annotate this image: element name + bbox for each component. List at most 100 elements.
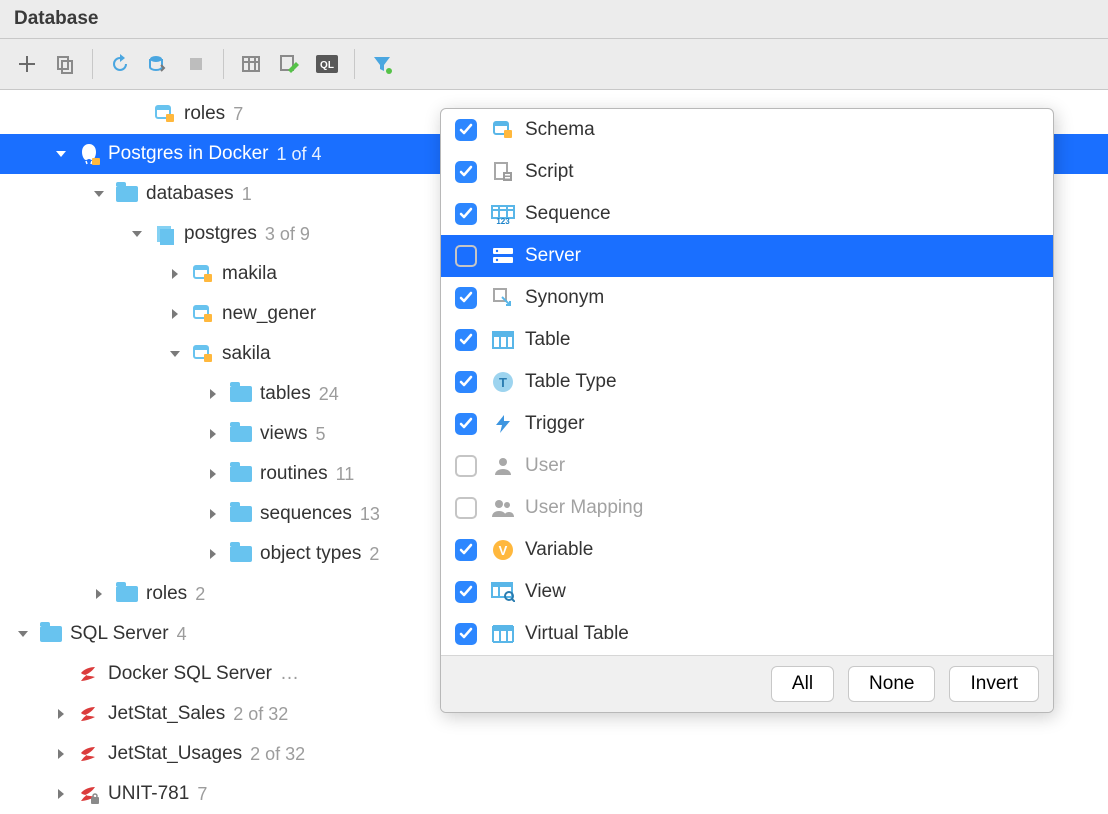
expand-arrow-icon — [52, 665, 70, 683]
filter-checkbox[interactable] — [455, 287, 477, 309]
tree-node-label: routines — [260, 463, 328, 485]
filter-item[interactable]: User — [441, 445, 1053, 487]
expand-arrow-icon — [128, 105, 146, 123]
ql-console-button[interactable]: QL — [310, 47, 344, 81]
filter-item[interactable]: User Mapping — [441, 487, 1053, 529]
filter-item[interactable]: View — [441, 571, 1053, 613]
filter-checkbox[interactable] — [455, 497, 477, 519]
synonym-icon — [489, 287, 517, 309]
filter-item[interactable]: VVariable — [441, 529, 1053, 571]
tree-node-count: 2 — [369, 544, 379, 565]
filter-item[interactable]: Trigger — [441, 403, 1053, 445]
tree-node-count: 1 — [242, 184, 252, 205]
filter-item-label: View — [525, 581, 566, 603]
folder-icon — [114, 183, 140, 205]
tree-node-label: views — [260, 423, 308, 445]
expand-arrow-icon[interactable] — [204, 385, 222, 403]
filter-item[interactable]: Schema — [441, 109, 1053, 151]
filter-item-label: Table — [525, 329, 570, 351]
table-icon — [489, 331, 517, 349]
stop-button[interactable] — [179, 47, 213, 81]
tree-node-count: 7 — [233, 104, 243, 125]
filter-item[interactable]: Script — [441, 151, 1053, 193]
postgres-icon — [76, 143, 102, 165]
svg-text:T: T — [499, 375, 507, 390]
tree-node-count: 13 — [360, 504, 380, 525]
trigger-icon — [489, 413, 517, 435]
filter-checkbox[interactable] — [455, 539, 477, 561]
expand-arrow-icon[interactable] — [90, 585, 108, 603]
expand-arrow-icon[interactable] — [204, 545, 222, 563]
filter-checkbox[interactable] — [455, 203, 477, 225]
svg-text:V: V — [499, 543, 508, 558]
tree-node-label: JetStat_Sales — [108, 703, 225, 725]
duplicate-button[interactable] — [48, 47, 82, 81]
filter-checkbox[interactable] — [455, 371, 477, 393]
filter-list: SchemaScript 123 Sequence Server Synonym Tabl… — [441, 109, 1053, 655]
expand-arrow-icon[interactable] — [204, 425, 222, 443]
expand-arrow-icon[interactable] — [52, 145, 70, 163]
filter-checkbox[interactable] — [455, 413, 477, 435]
filter-checkbox[interactable] — [455, 623, 477, 645]
filter-checkbox[interactable] — [455, 329, 477, 351]
tree-node-label: Docker SQL Server — [108, 663, 272, 685]
schema-icon — [152, 103, 178, 125]
expand-arrow-icon[interactable] — [14, 625, 32, 643]
expand-arrow-icon[interactable] — [128, 225, 146, 243]
expand-arrow-icon[interactable] — [166, 305, 184, 323]
filter-item[interactable]: Synonym — [441, 277, 1053, 319]
expand-arrow-icon[interactable] — [52, 785, 70, 803]
usermapping-icon — [489, 497, 517, 519]
filter-item[interactable]: Table — [441, 319, 1053, 361]
schema-icon — [190, 303, 216, 325]
filter-checkbox[interactable] — [455, 245, 477, 267]
expand-arrow-icon[interactable] — [204, 505, 222, 523]
add-button[interactable] — [10, 47, 44, 81]
expand-arrow-icon[interactable] — [52, 705, 70, 723]
mssql-icon — [76, 663, 102, 685]
filter-item-label: Sequence — [525, 203, 611, 225]
tree-node-count: 11 — [336, 464, 355, 485]
expand-arrow-icon[interactable] — [204, 465, 222, 483]
filter-checkbox[interactable] — [455, 161, 477, 183]
expand-arrow-icon[interactable] — [166, 265, 184, 283]
expand-arrow-icon[interactable] — [90, 185, 108, 203]
folder-icon — [228, 423, 254, 445]
tree-node-label: tables — [260, 383, 311, 405]
tree-node[interactable]: JetStat_Usages2 of 32 — [0, 734, 1108, 774]
expand-arrow-icon[interactable] — [52, 745, 70, 763]
folder-icon — [228, 463, 254, 485]
svg-text:QL: QL — [320, 60, 334, 71]
filter-item-label: Server — [525, 245, 581, 267]
filter-none-button[interactable]: None — [848, 666, 935, 702]
toolbar-separator — [223, 49, 224, 79]
filter-all-button[interactable]: All — [771, 666, 834, 702]
tree-node-count: 2 of 32 — [233, 704, 288, 725]
tree-node-label: new_gener — [222, 303, 316, 325]
svg-text:123: 123 — [496, 217, 510, 224]
filter-item-label: Table Type — [525, 371, 617, 393]
sequence-icon: 123 — [489, 204, 517, 224]
filter-item[interactable]: Server — [441, 235, 1053, 277]
toolbar-separator — [92, 49, 93, 79]
schema-icon — [190, 263, 216, 285]
tree-node-label: SQL Server — [70, 623, 169, 645]
table-button[interactable] — [234, 47, 268, 81]
filter-invert-button[interactable]: Invert — [949, 666, 1039, 702]
filter-checkbox[interactable] — [455, 581, 477, 603]
tree-node-count: 3 of 9 — [265, 224, 310, 245]
filter-item-label: User — [525, 455, 565, 477]
edit-source-button[interactable] — [272, 47, 306, 81]
tree-node-label: UNIT-781 — [108, 783, 189, 805]
filter-checkbox[interactable] — [455, 455, 477, 477]
filter-button[interactable] — [365, 47, 399, 81]
filter-item[interactable]: 123 Sequence — [441, 193, 1053, 235]
refresh-button[interactable] — [103, 47, 137, 81]
tree-node[interactable]: UNIT-7817 — [0, 774, 1108, 814]
filter-item[interactable]: T Table Type — [441, 361, 1053, 403]
datasource-props-button[interactable] — [141, 47, 175, 81]
filter-item[interactable]: Virtual Table — [441, 613, 1053, 655]
tree-node-count: 5 — [316, 424, 326, 445]
expand-arrow-icon[interactable] — [166, 345, 184, 363]
filter-checkbox[interactable] — [455, 119, 477, 141]
